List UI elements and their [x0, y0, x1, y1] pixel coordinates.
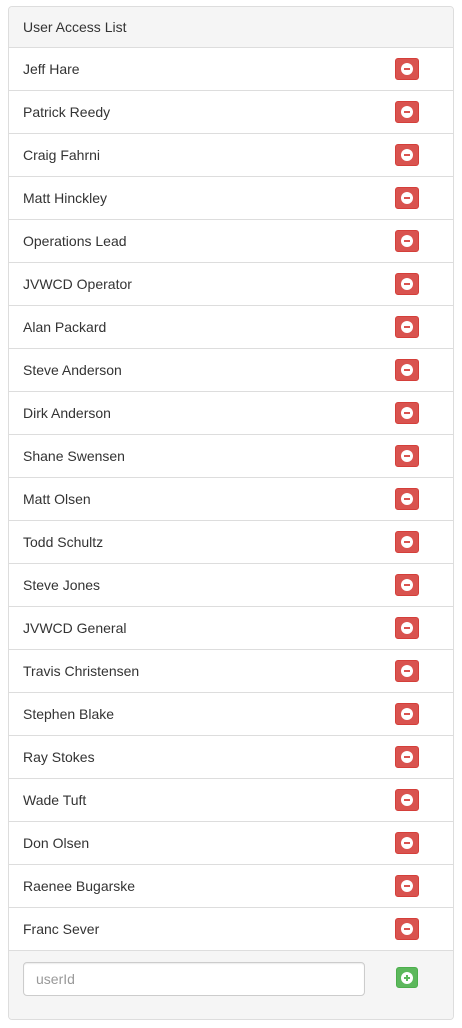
- panel-title: User Access List: [23, 19, 127, 35]
- minus-sign-icon: [401, 493, 413, 505]
- list-item: Steve Anderson: [9, 349, 453, 392]
- minus-sign-icon: [401, 235, 413, 247]
- minus-sign-icon: [401, 579, 413, 591]
- list-item: JVWCD Operator: [9, 263, 453, 306]
- remove-user-button[interactable]: [395, 230, 419, 252]
- add-user-button[interactable]: [396, 967, 418, 988]
- user-name: Raenee Bugarske: [23, 878, 136, 894]
- list-item: Matt Olsen: [9, 478, 453, 521]
- user-name: Wade Tuft: [23, 792, 87, 808]
- list-item: Patrick Reedy: [9, 91, 453, 134]
- remove-user-button[interactable]: [395, 660, 419, 682]
- minus-sign-icon: [401, 278, 413, 290]
- user-name: Jeff Hare: [23, 61, 80, 77]
- panel-heading: User Access List: [9, 7, 453, 48]
- remove-user-button[interactable]: [395, 359, 419, 381]
- minus-sign-icon: [401, 708, 413, 720]
- list-item: Steve Jones: [9, 564, 453, 607]
- list-item: Alan Packard: [9, 306, 453, 349]
- minus-sign-icon: [401, 149, 413, 161]
- remove-user-button[interactable]: [395, 832, 419, 854]
- remove-user-button[interactable]: [395, 402, 419, 424]
- remove-user-button[interactable]: [395, 703, 419, 725]
- remove-user-button[interactable]: [395, 746, 419, 768]
- list-item: Don Olsen: [9, 822, 453, 865]
- remove-user-button[interactable]: [395, 316, 419, 338]
- list-item: Operations Lead: [9, 220, 453, 263]
- remove-user-button[interactable]: [395, 918, 419, 940]
- minus-sign-icon: [401, 665, 413, 677]
- remove-user-button[interactable]: [395, 875, 419, 897]
- user-name: Todd Schultz: [23, 534, 104, 550]
- minus-sign-icon: [401, 837, 413, 849]
- remove-user-button[interactable]: [395, 101, 419, 123]
- remove-user-button[interactable]: [395, 187, 419, 209]
- list-item: Shane Swensen: [9, 435, 453, 478]
- user-name: JVWCD Operator: [23, 276, 132, 292]
- user-list: Jeff Hare Patrick Reedy Craig Fahrni Matt H…: [9, 48, 453, 951]
- minus-sign-icon: [401, 622, 413, 634]
- minus-sign-icon: [401, 63, 413, 75]
- userid-input[interactable]: [23, 962, 365, 996]
- list-item: Raenee Bugarske: [9, 865, 453, 908]
- remove-user-button[interactable]: [395, 273, 419, 295]
- user-name: JVWCD General: [23, 620, 127, 636]
- list-item: Todd Schultz: [9, 521, 453, 564]
- user-name: Operations Lead: [23, 233, 127, 249]
- minus-sign-icon: [401, 751, 413, 763]
- remove-user-button[interactable]: [395, 617, 419, 639]
- minus-sign-icon: [401, 364, 413, 376]
- list-item: Matt Hinckley: [9, 177, 453, 220]
- remove-user-button[interactable]: [395, 144, 419, 166]
- list-item: Travis Christensen: [9, 650, 453, 693]
- remove-user-button[interactable]: [395, 58, 419, 80]
- remove-user-button[interactable]: [395, 488, 419, 510]
- user-name: Ray Stokes: [23, 749, 95, 765]
- list-item: Ray Stokes: [9, 736, 453, 779]
- list-item: JVWCD General: [9, 607, 453, 650]
- remove-user-button[interactable]: [395, 531, 419, 553]
- user-name: Matt Olsen: [23, 491, 91, 507]
- list-item: Jeff Hare: [9, 48, 453, 91]
- user-name: Dirk Anderson: [23, 405, 111, 421]
- plus-sign-icon: [401, 971, 413, 984]
- user-name: Steve Anderson: [23, 362, 122, 378]
- remove-user-button[interactable]: [395, 789, 419, 811]
- list-item: Franc Sever: [9, 908, 453, 951]
- user-name: Matt Hinckley: [23, 190, 108, 206]
- user-name: Craig Fahrni: [23, 147, 101, 163]
- user-name: Alan Packard: [23, 319, 107, 335]
- user-access-panel: User Access List Jeff Hare Patrick Reedy C…: [8, 6, 454, 1020]
- list-item: Stephen Blake: [9, 693, 453, 736]
- minus-sign-icon: [401, 321, 413, 333]
- user-name: Don Olsen: [23, 835, 90, 851]
- remove-user-button[interactable]: [395, 445, 419, 467]
- user-name: Franc Sever: [23, 921, 100, 937]
- remove-user-button[interactable]: [395, 574, 419, 596]
- list-item: Wade Tuft: [9, 779, 453, 822]
- minus-sign-icon: [401, 407, 413, 419]
- minus-sign-icon: [401, 794, 413, 806]
- user-name: Steve Jones: [23, 577, 101, 593]
- minus-sign-icon: [401, 450, 413, 462]
- minus-sign-icon: [401, 106, 413, 118]
- list-item: Dirk Anderson: [9, 392, 453, 435]
- minus-sign-icon: [401, 880, 413, 892]
- minus-sign-icon: [401, 923, 413, 935]
- user-name: Stephen Blake: [23, 706, 115, 722]
- user-name: Patrick Reedy: [23, 104, 111, 120]
- list-item: Craig Fahrni: [9, 134, 453, 177]
- minus-sign-icon: [401, 192, 413, 204]
- minus-sign-icon: [401, 536, 413, 548]
- user-name: Travis Christensen: [23, 663, 140, 679]
- user-name: Shane Swensen: [23, 448, 125, 464]
- panel-footer: [9, 951, 453, 1019]
